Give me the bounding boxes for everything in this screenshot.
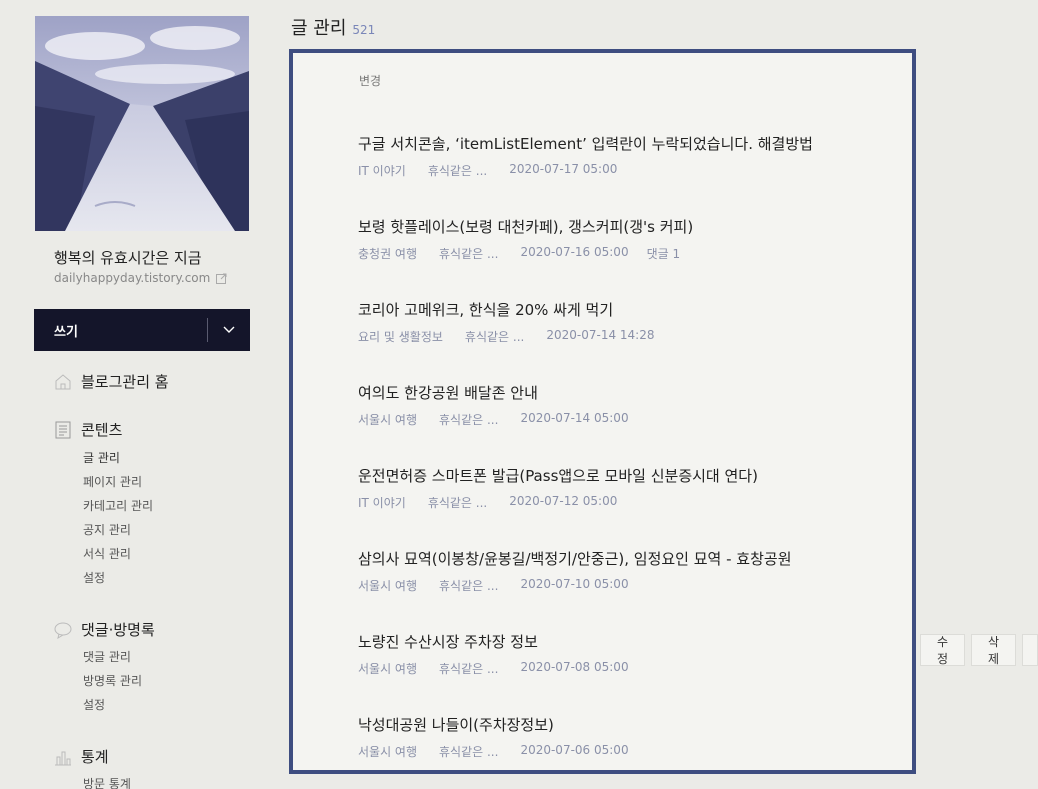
post-meta: 서울시 여행 휴식같은 ... 2020-07-06 05:00 bbox=[358, 743, 898, 760]
post-title[interactable]: 낙성대공원 나들이(주차장정보) bbox=[358, 714, 898, 735]
post-list-item[interactable]: 구글 서치콘솔, ‘itemListElement’ 입력란이 누락되었습니다.… bbox=[358, 133, 898, 179]
profile-photo bbox=[35, 16, 249, 231]
post-date: 2020-07-14 05:00 bbox=[520, 411, 629, 425]
post-meta: 서울시 여행 휴식같은 ... 2020-07-08 05:00 bbox=[358, 660, 898, 677]
more-action-button[interactable] bbox=[1022, 634, 1038, 666]
post-title[interactable]: 삼의사 묘역(이봉창/윤봉길/백정기/안중근), 임정요인 묘역 - 효창공원 bbox=[358, 548, 898, 569]
post-list-item[interactable]: 보령 핫플레이스(보령 대천카페), 갱스커피(갱's 커피) 충청권 여행 휴… bbox=[358, 216, 898, 262]
chevron-down-icon bbox=[223, 326, 235, 333]
post-category: IT 이야기 bbox=[358, 164, 406, 178]
nav-stats[interactable]: 통계 bbox=[54, 746, 109, 767]
post-list-item[interactable]: 낙성대공원 나들이(주차장정보) 서울시 여행 휴식같은 ... 2020-07… bbox=[358, 714, 898, 760]
post-date: 2020-07-12 05:00 bbox=[509, 494, 618, 508]
nav-blog-home-label[interactable]: 블로그관리 홈 bbox=[81, 371, 169, 392]
post-date: 2020-07-08 05:00 bbox=[520, 660, 629, 674]
blog-profile-image[interactable] bbox=[35, 16, 249, 231]
post-date: 2020-07-17 05:00 bbox=[509, 162, 618, 176]
post-title[interactable]: 운전면허증 스마트폰 발급(Pass앱으로 모바일 신분증시대 연다) bbox=[358, 465, 898, 486]
bulk-change-button[interactable]: 변경 bbox=[359, 72, 381, 89]
nav-comments-settings[interactable]: 설정 bbox=[83, 696, 105, 713]
post-author: 휴식같은 ... bbox=[439, 247, 499, 261]
post-category: IT 이야기 bbox=[358, 496, 406, 510]
nav-page-manage[interactable]: 페이지 관리 bbox=[83, 473, 142, 490]
nav-category-manage[interactable]: 카테고리 관리 bbox=[83, 497, 153, 514]
post-list-item[interactable]: 운전면허증 스마트폰 발급(Pass앱으로 모바일 신분증시대 연다) IT 이… bbox=[358, 465, 898, 511]
post-title[interactable]: 구글 서치콘솔, ‘itemListElement’ 입력란이 누락되었습니다.… bbox=[358, 133, 898, 154]
post-list-panel: 변경 구글 서치콘솔, ‘itemListElement’ 입력란이 누락되었습… bbox=[289, 49, 916, 774]
page-title: 글 관리 bbox=[291, 18, 347, 39]
blog-url-row[interactable]: dailyhappyday.tistory.com bbox=[54, 271, 227, 285]
blog-title[interactable]: 행복의 유효시간은 지금 bbox=[54, 247, 202, 268]
post-title[interactable]: 코리아 고메위크, 한식을 20% 싸게 먹기 bbox=[358, 299, 898, 320]
post-category: 충청권 여행 bbox=[358, 247, 418, 261]
post-category: 요리 및 생활정보 bbox=[358, 330, 443, 344]
post-date: 2020-07-10 05:00 bbox=[520, 577, 629, 591]
nav-contents-label[interactable]: 콘텐츠 bbox=[81, 419, 122, 440]
post-meta: 서울시 여행 휴식같은 ... 2020-07-14 05:00 bbox=[358, 411, 898, 428]
nav-contents-settings[interactable]: 설정 bbox=[83, 569, 105, 586]
delete-post-button[interactable]: 삭제 bbox=[971, 634, 1017, 666]
page-header: 글 관리 521 bbox=[291, 14, 375, 40]
nav-guestbook-manage[interactable]: 방명록 관리 bbox=[83, 672, 142, 689]
post-title[interactable]: 노량진 수산시장 주차장 정보 bbox=[358, 631, 898, 652]
post-author: 휴식같은 ... bbox=[439, 579, 499, 593]
nav-comment-manage[interactable]: 댓글 관리 bbox=[83, 648, 131, 665]
post-author: 휴식같은 ... bbox=[439, 413, 499, 427]
speech-bubble-icon bbox=[54, 621, 72, 639]
document-icon bbox=[54, 421, 72, 439]
edit-post-button[interactable]: 수정 bbox=[920, 634, 966, 666]
external-link-icon[interactable] bbox=[216, 273, 227, 284]
post-author: 휴식같은 ... bbox=[427, 496, 488, 510]
nav-blog-home[interactable]: 블로그관리 홈 bbox=[54, 371, 169, 392]
post-category: 서울시 여행 bbox=[358, 579, 418, 593]
write-button[interactable]: 쓰기 bbox=[34, 309, 250, 351]
nav-contents[interactable]: 콘텐츠 bbox=[54, 419, 122, 440]
sidebar: 행복의 유효시간은 지금 dailyhappyday.tistory.com 쓰… bbox=[0, 0, 270, 789]
post-action-buttons: 수정 삭제 bbox=[920, 634, 1038, 666]
post-title[interactable]: 보령 핫플레이스(보령 대천카페), 갱스커피(갱's 커피) bbox=[358, 216, 898, 237]
post-author: 휴식같은 ... bbox=[439, 745, 499, 759]
post-list-item[interactable]: 삼의사 묘역(이봉창/윤봉길/백정기/안중근), 임정요인 묘역 - 효창공원 … bbox=[358, 548, 898, 594]
post-list-item[interactable]: 코리아 고메위크, 한식을 20% 싸게 먹기 요리 및 생활정보 휴식같은 .… bbox=[358, 299, 898, 345]
post-date: 2020-07-16 05:00 bbox=[520, 245, 629, 259]
post-list-item[interactable]: 여의도 한강공원 배달존 안내 서울시 여행 휴식같은 ... 2020-07-… bbox=[358, 382, 898, 428]
post-category: 서울시 여행 bbox=[358, 745, 418, 759]
home-icon bbox=[54, 373, 72, 391]
post-count-badge: 521 bbox=[352, 23, 376, 37]
blog-url[interactable]: dailyhappyday.tistory.com bbox=[54, 271, 210, 285]
post-date: 2020-07-14 14:28 bbox=[546, 328, 655, 342]
post-author: 휴식같은 ... bbox=[439, 662, 499, 676]
post-author: 휴식같은 ... bbox=[464, 330, 525, 344]
nav-comments[interactable]: 댓글·방명록 bbox=[54, 619, 155, 640]
post-category: 서울시 여행 bbox=[358, 662, 418, 676]
nav-template-manage[interactable]: 서식 관리 bbox=[83, 545, 131, 562]
post-category: 서울시 여행 bbox=[358, 413, 418, 427]
post-meta: IT 이야기 휴식같은 ... 2020-07-12 05:00 bbox=[358, 494, 898, 511]
nav-visit-stats[interactable]: 방문 통계 bbox=[83, 775, 131, 789]
post-date: 2020-07-06 05:00 bbox=[520, 743, 629, 757]
nav-notice-manage[interactable]: 공지 관리 bbox=[83, 521, 131, 538]
write-button-label[interactable]: 쓰기 bbox=[34, 321, 207, 340]
nav-stats-label[interactable]: 통계 bbox=[81, 746, 109, 767]
post-meta: 요리 및 생활정보 휴식같은 ... 2020-07-14 14:28 bbox=[358, 328, 898, 345]
post-comment-count[interactable]: 댓글 1 bbox=[647, 245, 681, 262]
post-meta: 충청권 여행 휴식같은 ... 2020-07-16 05:00 댓글 1 bbox=[358, 245, 898, 262]
write-dropdown-toggle[interactable] bbox=[208, 309, 250, 351]
post-meta: 서울시 여행 휴식같은 ... 2020-07-10 05:00 bbox=[358, 577, 898, 594]
nav-comments-label[interactable]: 댓글·방명록 bbox=[81, 619, 155, 640]
post-author: 휴식같은 ... bbox=[427, 164, 488, 178]
post-meta: IT 이야기 휴식같은 ... 2020-07-17 05:00 bbox=[358, 162, 898, 179]
post-list-item[interactable]: 노량진 수산시장 주차장 정보 서울시 여행 휴식같은 ... 2020-07-… bbox=[358, 631, 898, 677]
nav-post-manage[interactable]: 글 관리 bbox=[83, 449, 120, 466]
bar-chart-icon bbox=[54, 748, 72, 766]
post-title[interactable]: 여의도 한강공원 배달존 안내 bbox=[358, 382, 898, 403]
